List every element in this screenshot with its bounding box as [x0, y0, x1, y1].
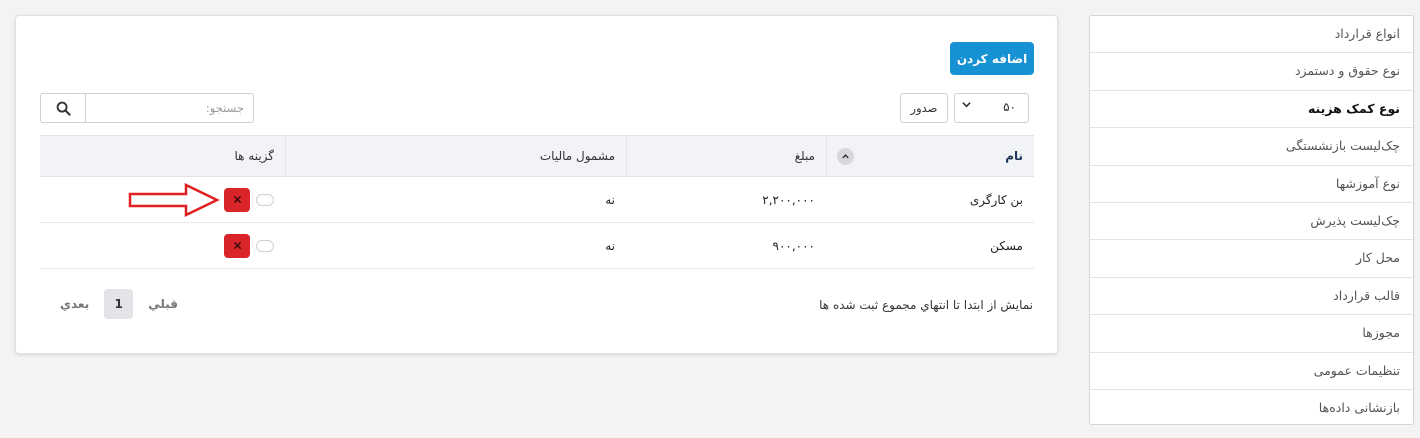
search-icon [56, 101, 71, 116]
sidebar-item-allowance-types[interactable]: نوع کمک هزینه [1090, 91, 1413, 129]
sort-ascending-icon[interactable] [837, 148, 854, 165]
sidebar-item-general-settings[interactable]: تنظیمات عمومی [1090, 353, 1413, 390]
sidebar-item-contract-template[interactable]: قالب قرارداد [1090, 278, 1413, 316]
column-header-taxable-label: مشمول مالیات [539, 149, 615, 163]
column-header-name-label: نام [1005, 149, 1023, 163]
prev-page-button[interactable]: قبلي [148, 297, 178, 311]
table-header: نام مبلغ مشمول مالیات گزینه ها [40, 135, 1034, 177]
add-button[interactable]: اضافه کردن [950, 42, 1034, 75]
column-header-name[interactable]: نام [826, 136, 1034, 176]
search-box [40, 93, 254, 123]
page-size-select[interactable]: ۵۰ [954, 93, 1029, 123]
sidebar-item-permissions[interactable]: مجوزها [1090, 315, 1413, 353]
sidebar-item-training-types[interactable]: نوع آموزشها [1090, 166, 1413, 203]
table-info: نمايش از ابتدا تا انتهاي مجموع ثبت شده ه… [819, 298, 1033, 312]
column-header-options: گزینه ها [40, 136, 285, 176]
delete-button[interactable] [224, 233, 250, 258]
column-header-options-label: گزینه ها [234, 149, 274, 163]
pagination: قبلي 1 بعدي [60, 289, 178, 319]
sidebar-item-reset-data[interactable]: بازنشانی داده‌ها [1090, 390, 1413, 424]
column-header-taxable[interactable]: مشمول مالیات [285, 136, 626, 176]
active-toggle[interactable] [256, 239, 274, 252]
cell-name: بن کارگری [969, 192, 1023, 207]
sidebar-item-retirement-checklist[interactable]: چک‌لیست بازنشستگی [1090, 128, 1413, 166]
sidebar-item-salary-types[interactable]: نوع حقوق و دستمزد [1090, 53, 1413, 91]
export-button[interactable]: صدور [900, 93, 948, 123]
close-icon [233, 195, 241, 204]
annotation-arrow-icon [128, 183, 220, 217]
cell-amount: ۲,۲۰۰,۰۰۰ [762, 192, 815, 207]
sidebar-item-workplace[interactable]: محل کار [1090, 240, 1413, 278]
column-header-amount-label: مبلغ [794, 149, 815, 163]
page-button-current[interactable]: 1 [104, 289, 134, 319]
next-page-button[interactable]: بعدي [60, 297, 89, 311]
search-input[interactable] [86, 94, 253, 122]
cell-amount: ۹۰۰,۰۰۰ [772, 238, 816, 253]
active-toggle[interactable] [256, 193, 274, 206]
cell-options [40, 223, 285, 269]
settings-sidebar: انواع قرارداد نوع حقوق و دستمزد نوع کمک … [1089, 15, 1414, 425]
close-icon [233, 241, 241, 250]
cell-taxable: نه [605, 238, 615, 253]
page-size-value: ۵۰ [1003, 100, 1016, 114]
sidebar-item-onboarding-checklist[interactable]: چک‌لیست پذیرش [1090, 203, 1413, 241]
chevron-down-icon [962, 100, 971, 112]
cell-name: مسکن [990, 238, 1023, 253]
column-header-amount[interactable]: مبلغ [626, 136, 826, 176]
sidebar-item-contract-types[interactable]: انواع قرارداد [1090, 16, 1413, 54]
table-row: مسکن ۹۰۰,۰۰۰ نه [40, 223, 1034, 269]
cell-taxable: نه [605, 192, 615, 207]
delete-button[interactable] [224, 187, 250, 212]
search-button[interactable] [41, 94, 86, 122]
